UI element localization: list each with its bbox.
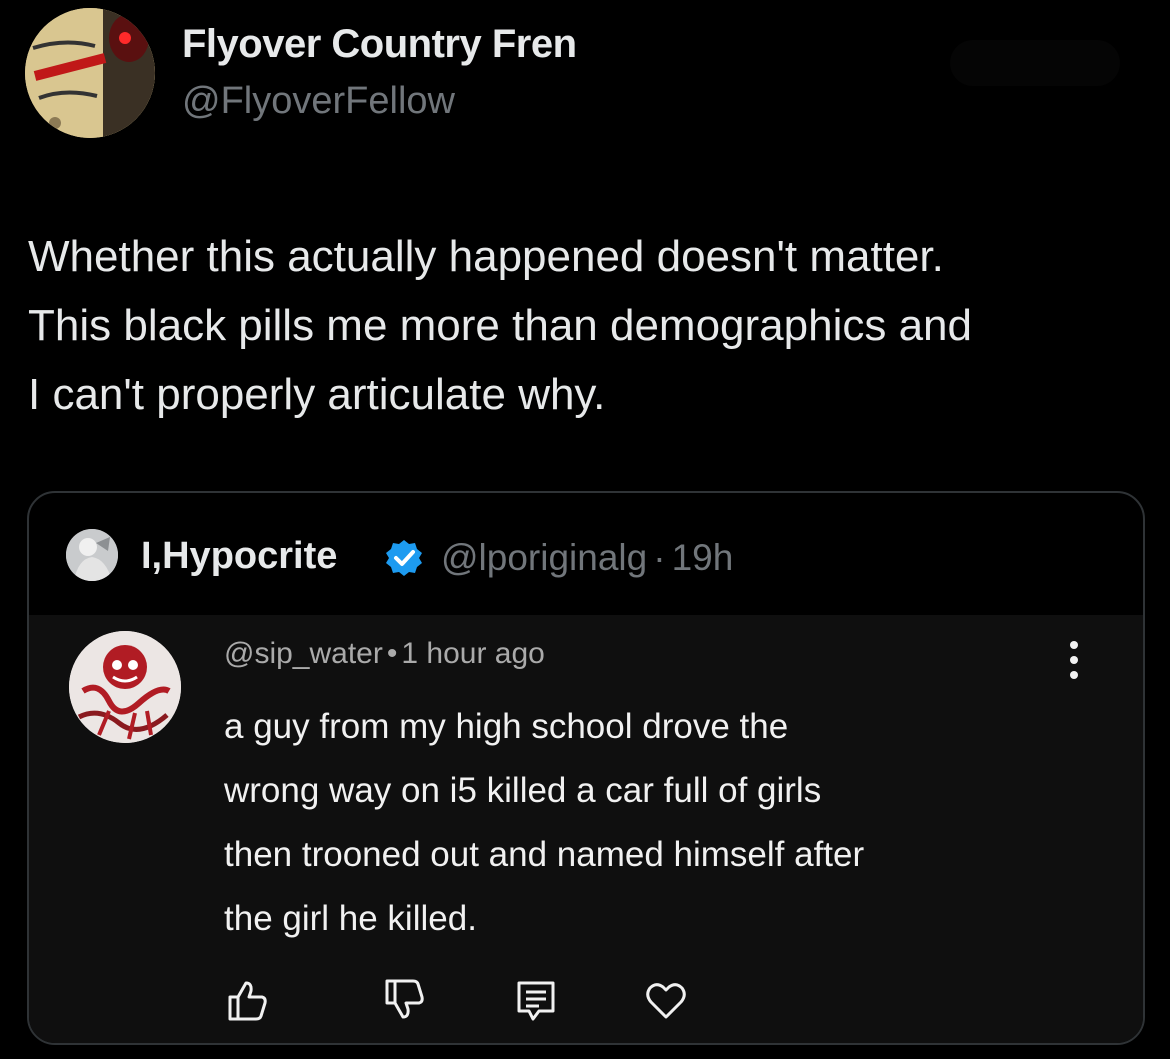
quote-author-name[interactable]: I,Hypocrite (141, 535, 337, 578)
tweet-text-line: This black pills me more than demographi… (28, 301, 973, 350)
quote-author-avatar[interactable] (66, 529, 118, 581)
tweet-text: Whether this actually happened doesn't m… (28, 222, 1148, 429)
statue-avatar-icon (66, 529, 118, 581)
comment-text: a guy from my high school drove the wron… (224, 695, 1104, 951)
follow-button[interactable] (950, 40, 1120, 86)
comment-text-line: the girl he killed. (224, 899, 477, 938)
quote-author-handle[interactable]: @lporiginalg (441, 537, 647, 578)
embedded-comment: @sip_water • 1 hour ago a guy from my high… (29, 615, 1143, 1043)
thumbs-down-icon[interactable] (379, 975, 429, 1025)
comment-meta: @sip_water • 1 hour ago (224, 637, 545, 671)
comment-text-line: wrong way on i5 killed a car full of gir… (224, 771, 822, 810)
tweet-text-line: I can't properly articulate why. (28, 370, 606, 419)
quoted-tweet-card[interactable]: I,Hypocrite @lporiginalg · 19h @sip_water •… (27, 491, 1145, 1045)
red-art-avatar-icon (69, 631, 181, 743)
meta-separator: · (653, 537, 666, 578)
author-name[interactable]: Flyover Country Fren (182, 22, 577, 67)
tweet-text-line: Whether this actually happened doesn't m… (28, 232, 944, 281)
comment-actions (29, 975, 1143, 1035)
author-avatar[interactable] (25, 8, 155, 138)
more-options-icon[interactable] (1059, 635, 1089, 685)
comment-text-line: then trooned out and named himself after (224, 835, 865, 874)
thumbs-up-icon[interactable] (222, 975, 272, 1025)
comment-text-line: a guy from my high school drove the (224, 707, 789, 746)
commenter-username[interactable]: @sip_water (224, 637, 383, 670)
author-handle[interactable]: @FlyoverFellow (182, 80, 455, 123)
commenter-avatar[interactable] (69, 631, 181, 743)
quote-timestamp[interactable]: 19h (672, 537, 734, 578)
quote-author-meta: @lporiginalg · 19h (441, 537, 733, 579)
verified-badge-icon (386, 540, 422, 576)
quoted-tweet-header: I,Hypocrite @lporiginalg · 19h (29, 493, 1143, 615)
heart-icon[interactable] (641, 975, 691, 1025)
comment-time: 1 hour ago (401, 637, 545, 670)
meta-separator: • (386, 637, 398, 670)
cancelled-dreams-avatar-icon (25, 8, 155, 138)
reply-icon[interactable] (511, 975, 561, 1025)
